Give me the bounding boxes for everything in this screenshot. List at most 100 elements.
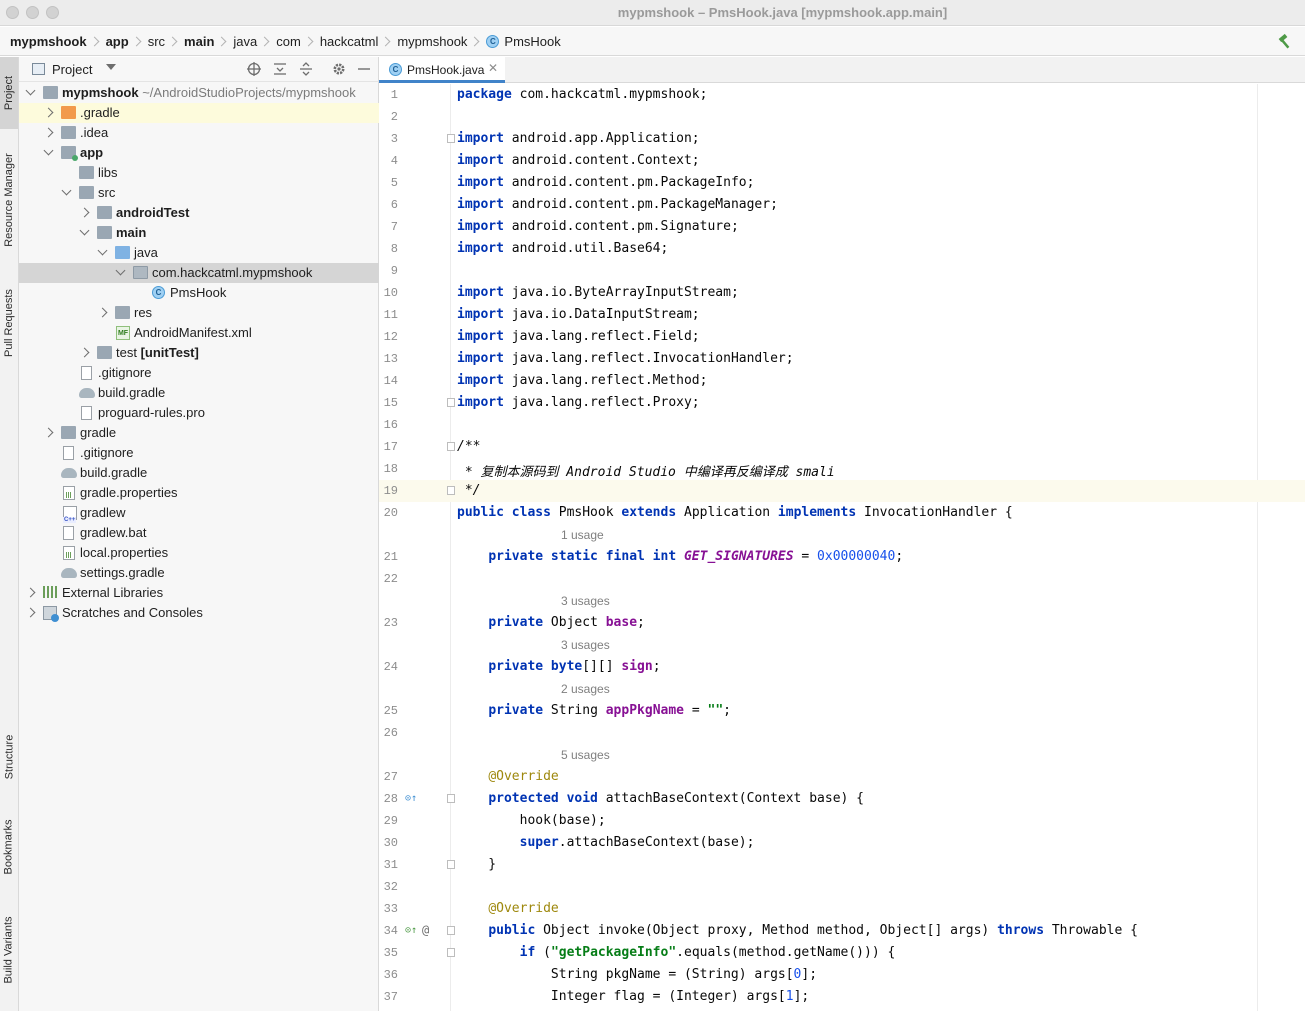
usage-hint[interactable]: 3 usages (561, 594, 610, 608)
tool-tab-project[interactable]: Project (0, 57, 18, 129)
code-line[interactable]: 32 (379, 876, 1305, 898)
chevron-right-icon[interactable] (43, 427, 54, 438)
code-line[interactable]: 34 ⊙↑ @ public Object invoke(Object prox… (379, 920, 1305, 942)
fold-marker-icon[interactable] (447, 134, 455, 143)
code-line[interactable]: 25 private String appPkgName = ""; (379, 700, 1305, 722)
code-line[interactable]: 22 (379, 568, 1305, 590)
chevron-down-icon[interactable] (25, 85, 36, 96)
fold-marker-icon[interactable] (447, 442, 455, 451)
chevron-down-icon[interactable] (43, 145, 54, 156)
project-panel-title[interactable]: Project (52, 62, 92, 77)
collapse-all-icon[interactable] (299, 62, 313, 76)
chevron-right-icon[interactable] (97, 307, 108, 318)
breadcrumb-item[interactable]: PmsHook (504, 34, 560, 49)
tool-tab-resource-manager[interactable]: Resource Manager (0, 135, 18, 265)
fold-marker-icon[interactable] (447, 794, 455, 803)
code-line[interactable]: 2 (379, 106, 1305, 128)
code-line[interactable]: 29 hook(base); (379, 810, 1305, 832)
code-line[interactable]: 7 import android.content.pm.Signature; (379, 216, 1305, 238)
code-line[interactable]: 23 private Object base; (379, 612, 1305, 634)
tree-item[interactable]: .gradle (19, 103, 379, 123)
breadcrumb-item[interactable]: mypmshook (10, 34, 87, 49)
tree-item[interactable]: .gitignore (19, 363, 379, 383)
code-line[interactable]: 4 import android.content.Context; (379, 150, 1305, 172)
tree-item[interactable]: .idea (19, 123, 379, 143)
tree-item[interactable]: gradlew (19, 503, 379, 523)
tree-item[interactable]: .gitignore (19, 443, 379, 463)
code-line[interactable]: 27 @Override (379, 766, 1305, 788)
chevron-down-icon[interactable] (97, 245, 108, 256)
code-line[interactable]: 16 (379, 414, 1305, 436)
tree-item[interactable]: proguard-rules.pro (19, 403, 379, 423)
code-line[interactable]: 14 import java.lang.reflect.Method; (379, 370, 1305, 392)
fold-marker-icon[interactable] (447, 926, 455, 935)
tree-item[interactable]: libs (19, 163, 379, 183)
tree-item[interactable]: gradlew.bat (19, 523, 379, 543)
breadcrumb-item[interactable]: src (148, 34, 165, 49)
chevron-right-icon[interactable] (79, 347, 90, 358)
tree-item[interactable]: test [unitTest] (19, 343, 379, 363)
fold-marker-icon[interactable] (447, 860, 455, 869)
tree-item[interactable]: main (19, 223, 379, 243)
code-line[interactable]: 13 import java.lang.reflect.InvocationHa… (379, 348, 1305, 370)
tree-item[interactable]: app (19, 143, 379, 163)
chevron-down-icon[interactable] (79, 225, 90, 236)
tree-item[interactable]: local.properties (19, 543, 379, 563)
code-line[interactable]: 33 @Override (379, 898, 1305, 920)
code-line[interactable]: 8 import android.util.Base64; (379, 238, 1305, 260)
chevron-down-icon[interactable] (106, 64, 116, 70)
code-line[interactable]: 15 import java.lang.reflect.Proxy; (379, 392, 1305, 414)
code-line[interactable]: 18 * 复制本源码到 Android Studio 中编译再反编译成 smal… (379, 458, 1305, 480)
code-line[interactable]: 26 (379, 722, 1305, 744)
code-line[interactable]: 36 String pkgName = (String) args[0]; (379, 964, 1305, 986)
code-line[interactable]: 37 Integer flag = (Integer) args[1]; (379, 986, 1305, 1008)
chevron-down-icon[interactable] (61, 185, 72, 196)
hammer-build-icon[interactable] (1277, 33, 1293, 49)
tree-item[interactable]: C PmsHook (19, 283, 379, 303)
editor-tab-pmshook[interactable]: C PmsHook.java ✕ (379, 57, 505, 83)
breadcrumb-item[interactable]: java (233, 34, 257, 49)
chevron-down-icon[interactable] (115, 265, 126, 276)
expand-all-icon[interactable] (273, 62, 287, 76)
tool-tab-pull-requests[interactable]: Pull Requests (0, 273, 18, 373)
tool-tab-build-variants[interactable]: Build Variants (0, 905, 18, 995)
tree-item[interactable]: MF AndroidManifest.xml (19, 323, 379, 343)
code-line[interactable]: 11 import java.io.DataInputStream; (379, 304, 1305, 326)
tree-item[interactable]: build.gradle (19, 463, 379, 483)
code-line[interactable]: 17 /** (379, 436, 1305, 458)
tree-item[interactable]: src (19, 183, 379, 203)
chevron-right-icon[interactable] (25, 587, 36, 598)
code-line-current[interactable]: 19 */ (379, 480, 1305, 502)
at-annotation-icon[interactable]: @ (422, 923, 429, 937)
code-line[interactable]: 28 ⊙↑ protected void attachBaseContext(C… (379, 788, 1305, 810)
fold-marker-icon[interactable] (447, 486, 455, 495)
tree-item[interactable]: External Libraries (19, 583, 379, 603)
fold-marker-icon[interactable] (447, 948, 455, 957)
usage-hint[interactable]: 3 usages (561, 638, 610, 652)
code-line[interactable]: 24 private byte[][] sign; (379, 656, 1305, 678)
breadcrumb-item[interactable]: mypmshook (397, 34, 467, 49)
tree-item[interactable]: mypmshook ~/AndroidStudioProjects/mypmsh… (19, 83, 379, 103)
code-line[interactable]: 21 private static final int GET_SIGNATUR… (379, 546, 1305, 568)
code-line[interactable]: 1 package com.hackcatml.mypmshook; (379, 84, 1305, 106)
breadcrumb-item[interactable]: app (106, 34, 129, 49)
tree-item[interactable]: gradle.properties (19, 483, 379, 503)
code-line[interactable]: 3 import android.app.Application; (379, 128, 1305, 150)
locate-file-icon[interactable] (247, 62, 261, 76)
usage-hint[interactable]: 2 usages (561, 682, 610, 696)
tree-item[interactable]: Scratches and Consoles (19, 603, 379, 623)
chevron-right-icon[interactable] (79, 207, 90, 218)
chevron-right-icon[interactable] (25, 607, 36, 618)
tree-item[interactable]: settings.gradle (19, 563, 379, 583)
code-line[interactable]: 20 public class PmsHook extends Applicat… (379, 502, 1305, 524)
chevron-right-icon[interactable] (43, 107, 54, 118)
tool-tab-structure[interactable]: Structure (0, 722, 18, 792)
code-line[interactable]: 30 super.attachBaseContext(base); (379, 832, 1305, 854)
code-line[interactable]: 12 import java.lang.reflect.Field; (379, 326, 1305, 348)
breadcrumb-item[interactable]: com (276, 34, 301, 49)
code-line[interactable]: 35 if ("getPackageInfo".equals(method.ge… (379, 942, 1305, 964)
usage-hint[interactable]: 1 usage (561, 528, 604, 542)
tree-item[interactable]: res (19, 303, 379, 323)
tree-item-selected[interactable]: com.hackcatml.mypmshook (19, 263, 379, 283)
implement-method-icon[interactable]: ⊙↑ (405, 925, 417, 936)
